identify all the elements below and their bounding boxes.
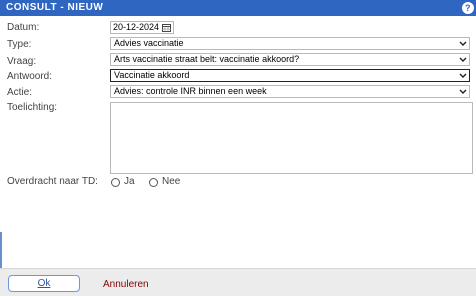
window-edge-decoration	[0, 232, 2, 268]
vraag-value: Arts vaccinatie straat belt: vaccinatie …	[114, 54, 300, 64]
type-label: Type:	[7, 39, 32, 50]
datum-label: Datum:	[7, 22, 40, 33]
actie-label: Actie:	[7, 87, 33, 98]
vraag-label: Vraag:	[7, 56, 37, 67]
chevron-down-icon	[459, 54, 467, 68]
antwoord-label: Antwoord:	[7, 71, 53, 82]
overdracht-ja-radio[interactable]	[111, 178, 120, 187]
actie-select[interactable]: Advies: controle INR binnen een week	[110, 85, 470, 98]
actie-value: Advies: controle INR binnen een week	[114, 86, 267, 96]
dialog-titlebar: CONSULT - NIEUW ?	[0, 0, 476, 16]
datum-field[interactable]: 20-12-2024	[110, 21, 174, 34]
dialog-title: CONSULT - NIEUW	[6, 2, 104, 13]
datum-value: 20-12-2024	[113, 22, 160, 32]
overdracht-ja-label: Ja	[124, 176, 135, 187]
antwoord-select[interactable]: Vaccinatie akkoord	[110, 69, 470, 82]
toelichting-label: Toelichting:	[7, 102, 58, 113]
overdracht-nee-label: Nee	[162, 176, 181, 187]
cancel-link[interactable]: Annuleren	[103, 279, 149, 290]
ok-button[interactable]: Ok	[8, 275, 80, 292]
chevron-down-icon	[459, 70, 467, 84]
help-icon[interactable]: ?	[462, 2, 474, 14]
type-select[interactable]: Advies vaccinatie	[110, 37, 470, 50]
chevron-down-icon	[459, 86, 467, 100]
calendar-icon[interactable]	[162, 24, 171, 35]
overdracht-nee-radio[interactable]	[149, 178, 158, 187]
vraag-select[interactable]: Arts vaccinatie straat belt: vaccinatie …	[110, 53, 470, 66]
overdracht-label: Overdracht naar TD:	[7, 176, 98, 187]
type-value: Advies vaccinatie	[114, 38, 184, 48]
toelichting-textarea[interactable]	[110, 102, 473, 174]
antwoord-value: Vaccinatie akkoord	[114, 70, 190, 80]
chevron-down-icon	[459, 38, 467, 52]
dialog-footer: Ok Annuleren	[0, 268, 476, 296]
